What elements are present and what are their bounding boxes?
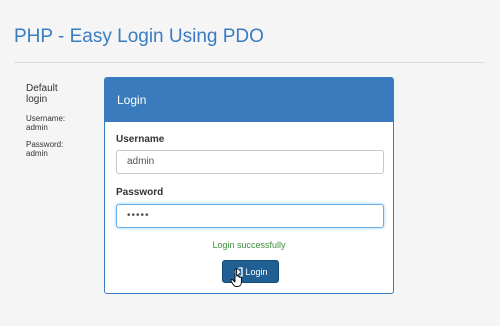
login-button[interactable]: Login xyxy=(222,260,279,283)
default-login-heading-line1: Default xyxy=(26,83,58,94)
username-input[interactable]: admin xyxy=(116,150,384,174)
default-username-label: Username: xyxy=(26,114,66,123)
login-button-label: Login xyxy=(245,266,268,277)
default-login-heading-line2: login xyxy=(26,94,48,105)
login-panel: Login Username admin Password ••••• Logi… xyxy=(104,77,394,294)
default-password-block: Password: admin xyxy=(26,140,86,158)
default-password-label: Password: xyxy=(26,140,64,149)
password-input[interactable]: ••••• xyxy=(116,204,384,228)
title-divider xyxy=(14,62,485,63)
status-message: Login successfully xyxy=(212,240,286,250)
log-in-icon xyxy=(233,266,244,277)
default-password-value: admin xyxy=(26,149,48,158)
username-label: Username xyxy=(116,134,165,145)
default-username-value: admin xyxy=(26,123,48,132)
login-panel-heading: Login xyxy=(105,78,393,122)
default-username-block: Username: admin xyxy=(26,114,86,132)
page: PHP - Easy Login Using PDO Default login… xyxy=(0,0,500,326)
page-title: PHP - Easy Login Using PDO xyxy=(14,26,264,47)
password-label: Password xyxy=(116,187,164,198)
default-login-info: Default login Username: admin Password: … xyxy=(26,83,86,158)
